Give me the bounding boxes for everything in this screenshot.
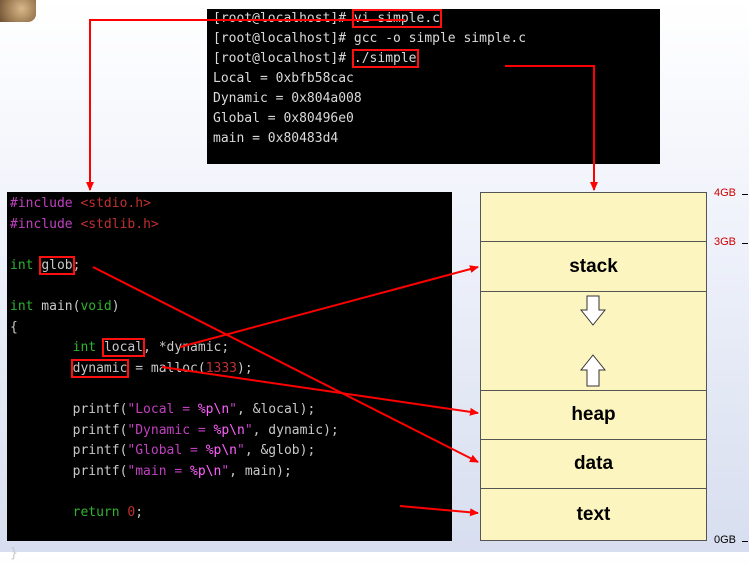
terminal-prompt: [root@localhost]# (213, 51, 354, 66)
code-token: " (221, 463, 230, 479)
stack-label: stack (569, 255, 618, 277)
code-token: %p\n (197, 401, 230, 417)
code-token: } (10, 546, 18, 562)
code-line-dynamic: dynamic = malloc(1333); (10, 358, 449, 380)
code-token: return (72, 504, 120, 520)
kernel-segment (481, 193, 706, 242)
code-line-printf-dynamic: printf("Dynamic = %p\n", dynamic); (10, 421, 449, 442)
code-line-return: return 0; (10, 503, 449, 524)
code-token: "Local = (127, 401, 198, 417)
code-token: %p\n (190, 463, 222, 479)
corner-logo-image (0, 0, 36, 22)
free-segment (481, 292, 706, 391)
memory-layout: stack heap data text (480, 192, 707, 541)
code-token: int (72, 340, 97, 356)
data-label: data (573, 453, 614, 474)
code-token: printf( (10, 422, 128, 438)
code-token: printf( (10, 463, 128, 479)
code-token: "Global = (127, 443, 206, 459)
code-line-local: int local, *dynamic; (10, 338, 449, 359)
code-token: printf( (10, 401, 128, 417)
code-token: #include (10, 196, 73, 211)
heap-segment: heap (481, 391, 706, 440)
code-token: , main); (229, 463, 292, 479)
terminal-line: [root@localhost]# ./simple (213, 49, 654, 69)
code-token: 1333 (205, 360, 238, 376)
code-token: ) (111, 298, 120, 314)
code-line-printf-main: printf("main = %p\n", main); (10, 462, 449, 483)
code-token: printf( (10, 443, 128, 459)
code-line-glob: int glob; (10, 255, 449, 277)
terminal-output-global: Global = 0x80496e0 (213, 111, 354, 126)
code-token: " (237, 443, 245, 459)
code-token: , *dynamic; (143, 340, 230, 356)
source-code-window: #include <stdio.h> #include <stdlib.h> i… (7, 192, 452, 561)
code-token: ); (237, 360, 253, 376)
text-label: text (576, 503, 611, 525)
code-token: ; (72, 257, 81, 273)
code-token: , &glob); (244, 443, 316, 459)
code-dynamic-variable: dynamic (70, 358, 130, 378)
code-line-printf-global: printf("Global = %p\n", &glob); (10, 441, 449, 462)
heap-label: heap (571, 404, 616, 425)
code-token: void (80, 298, 112, 314)
terminal-window: [root@localhost]# vi simple.c [root@loca… (207, 9, 660, 164)
code-local-variable: local (101, 338, 146, 358)
address-4gb-label: 4GB (714, 187, 737, 199)
code-token: , &local); (237, 401, 316, 417)
terminal-command-vi: vi simple.c (351, 9, 442, 28)
code-token: , dynamic); (252, 422, 339, 438)
code-line-close-brace: } (10, 544, 449, 565)
code-token: #include (10, 216, 73, 232)
code-token: = malloc( (127, 360, 206, 376)
code-token: main( (33, 298, 81, 314)
code-token: " (244, 422, 253, 438)
address-4gb-tick (742, 194, 748, 195)
code-token: int (10, 298, 34, 314)
code-line-include-stdio: #include <stdio.h> (10, 194, 449, 215)
terminal-line: [root@localhost]# gcc -o simple simple.c (213, 29, 654, 49)
code-glob-variable: glob (39, 255, 75, 275)
code-line-include-stdlib: #include <stdlib.h> (10, 215, 449, 236)
terminal-command-gcc: gcc -o simple simple.c (353, 31, 527, 46)
code-token: " (229, 401, 237, 417)
code-line-open-brace: { (10, 318, 449, 339)
terminal-command-run: ./simple (351, 49, 419, 68)
code-token: int (10, 257, 34, 273)
terminal-output-dynamic: Dynamic = 0x804a008 (213, 91, 362, 106)
terminal-output-main: main = 0x80483d4 (213, 131, 339, 146)
code-token: <stdlib.h> (72, 216, 159, 232)
stack-segment: stack (481, 242, 706, 292)
terminal-prompt: [root@localhost]# (213, 31, 354, 46)
code-token: "Dynamic = (127, 422, 214, 438)
address-3gb-tick (742, 243, 748, 244)
code-line-printf-local: printf("Local = %p\n", &local); (10, 400, 449, 421)
code-token: %p\n (205, 443, 237, 459)
address-0gb-tick (742, 541, 748, 542)
code-line-main: int main(void) (10, 297, 449, 318)
code-token: { (10, 319, 18, 335)
code-token: %p\n (213, 422, 245, 438)
text-segment: text (481, 489, 706, 540)
code-token: <stdio.h> (72, 196, 151, 211)
code-token: ; (135, 504, 144, 520)
address-3gb-label: 3GB (714, 236, 737, 248)
terminal-output-local: Local = 0xbfb58cac (213, 71, 354, 86)
terminal-prompt: [root@localhost]# (213, 11, 354, 26)
data-segment: data (481, 440, 706, 489)
terminal-line: [root@localhost]# vi simple.c (213, 9, 654, 29)
code-token: "main = (127, 463, 191, 479)
address-0gb-label: 0GB (714, 534, 737, 546)
